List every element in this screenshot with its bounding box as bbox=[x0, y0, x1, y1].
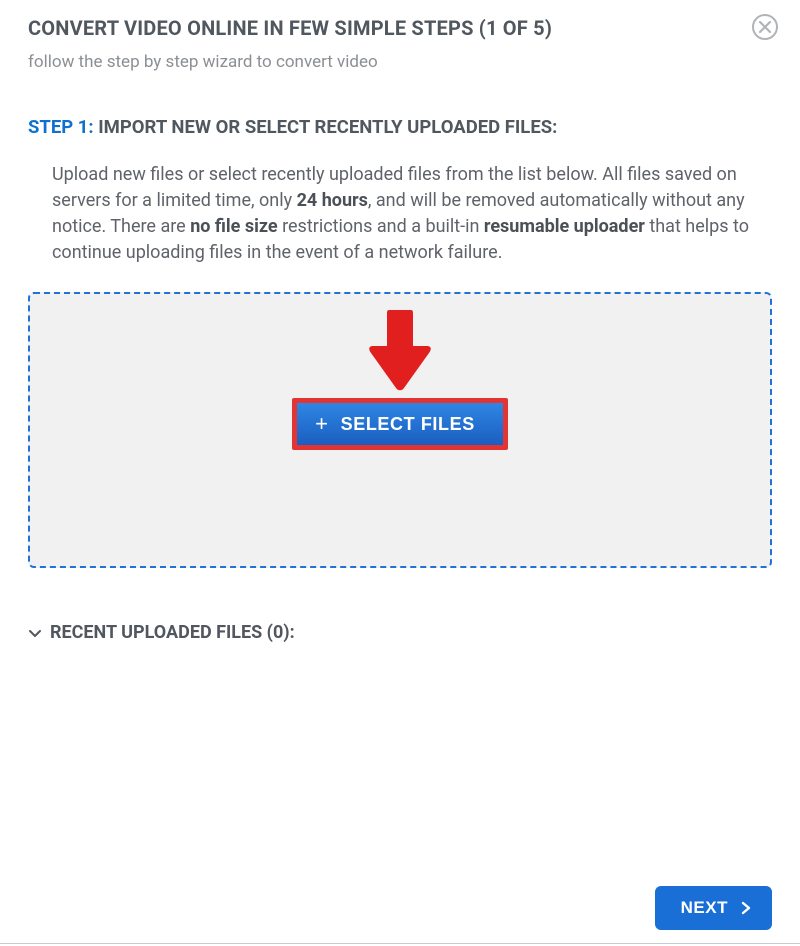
recent-files-label: RECENT UPLOADED FILES (0): bbox=[50, 622, 295, 643]
instruction-paragraph: Upload new files or select recently uplo… bbox=[52, 162, 772, 266]
instruction-text: restrictions and a built-in bbox=[278, 216, 484, 237]
recent-files-toggle[interactable]: RECENT UPLOADED FILES (0): bbox=[28, 622, 772, 643]
file-dropzone[interactable]: + SELECT FILES bbox=[28, 292, 772, 568]
step-number-label: STEP 1: bbox=[28, 116, 94, 138]
step-title: IMPORT NEW OR SELECT RECENTLY UPLOADED F… bbox=[98, 116, 557, 138]
next-button-label: NEXT bbox=[681, 898, 728, 918]
chevron-right-icon bbox=[740, 901, 752, 915]
instruction-bold-resumable: resumable uploader bbox=[484, 216, 645, 237]
instruction-bold-24hours: 24 hours bbox=[297, 190, 368, 211]
instruction-bold-nofilesize: no file size bbox=[190, 216, 277, 237]
select-files-highlight: + SELECT FILES bbox=[292, 398, 508, 450]
page-title: CONVERT VIDEO ONLINE IN FEW SIMPLE STEPS… bbox=[28, 16, 772, 40]
step-heading: STEP 1: IMPORT NEW OR SELECT RECENTLY UP… bbox=[28, 116, 772, 138]
select-files-button[interactable]: + SELECT FILES bbox=[297, 403, 503, 445]
chevron-down-icon bbox=[28, 626, 42, 640]
plus-icon: + bbox=[315, 413, 328, 435]
close-icon bbox=[759, 21, 771, 33]
divider bbox=[0, 943, 800, 944]
select-files-label: SELECT FILES bbox=[341, 414, 475, 435]
close-button[interactable] bbox=[752, 14, 778, 40]
next-button[interactable]: NEXT bbox=[655, 886, 772, 930]
page-subtitle: follow the step by step wizard to conver… bbox=[28, 52, 772, 72]
arrow-down-icon bbox=[367, 306, 433, 394]
